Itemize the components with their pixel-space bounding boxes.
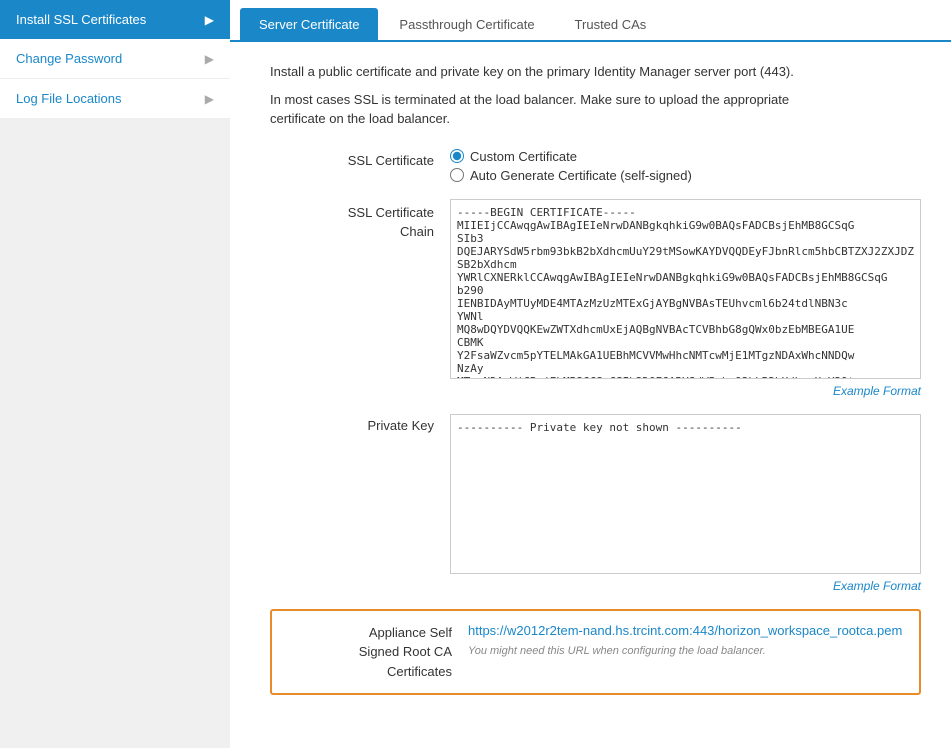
radio-auto-input[interactable]: [450, 168, 464, 182]
tab-passthrough-certificate[interactable]: Passthrough Certificate: [380, 8, 553, 40]
ssl-cert-row: SSL Certificate Custom Certificate Auto …: [270, 149, 921, 183]
sidebar-item-log-file[interactable]: Log File Locations ▶: [0, 79, 230, 119]
appliance-content: https://w2012r2tem-nand.hs.trcint.com:44…: [468, 623, 903, 657]
radio-auto[interactable]: Auto Generate Certificate (self-signed): [450, 168, 921, 183]
ssl-cert-chain-field: Example Format: [450, 199, 921, 398]
ssl-cert-chain-row: SSL Certificate Chain Example Format: [270, 199, 921, 398]
tab-bar: Server Certificate Passthrough Certifica…: [230, 0, 951, 42]
ssl-cert-radio-group: Custom Certificate Auto Generate Certifi…: [450, 149, 921, 183]
cert-chain-example-link[interactable]: Example Format: [450, 384, 921, 398]
chevron-right-icon: ▶: [205, 52, 214, 66]
sidebar-item-change-password[interactable]: Change Password ▶: [0, 39, 230, 79]
appliance-box: Appliance Self Signed Root CA Certificat…: [270, 609, 921, 696]
private-key-textarea[interactable]: [450, 414, 921, 574]
sidebar-item-install-ssl[interactable]: Install SSL Certificates ▶: [0, 0, 230, 39]
radio-custom-input[interactable]: [450, 149, 464, 163]
chevron-right-icon: ▶: [205, 13, 214, 27]
main-panel: Server Certificate Passthrough Certifica…: [230, 0, 951, 748]
private-key-row: Private Key Example Format: [270, 414, 921, 593]
intro-line2: In most cases SSL is terminated at the l…: [270, 90, 830, 129]
tab-server-certificate[interactable]: Server Certificate: [240, 8, 378, 40]
appliance-link[interactable]: https://w2012r2tem-nand.hs.trcint.com:44…: [468, 623, 903, 638]
sidebar-item-label: Install SSL Certificates: [16, 12, 146, 27]
intro-line1: Install a public certificate and private…: [270, 62, 830, 82]
appliance-hint: You might need this URL when configuring…: [468, 645, 766, 657]
ssl-cert-label: SSL Certificate: [270, 149, 450, 168]
ssl-cert-chain-label: SSL Certificate Chain: [270, 199, 450, 242]
ssl-cert-chain-textarea[interactable]: [450, 199, 921, 379]
sidebar-item-label: Change Password: [16, 51, 122, 66]
chevron-right-icon: ▶: [205, 92, 214, 106]
ssl-cert-field: Custom Certificate Auto Generate Certifi…: [450, 149, 921, 183]
private-key-example-link[interactable]: Example Format: [450, 579, 921, 593]
sidebar-item-label: Log File Locations: [16, 91, 122, 106]
sidebar: Install SSL Certificates ▶ Change Passwo…: [0, 0, 230, 748]
private-key-label: Private Key: [270, 414, 450, 433]
content-area: Install a public certificate and private…: [230, 42, 951, 748]
radio-custom[interactable]: Custom Certificate: [450, 149, 921, 164]
private-key-field: Example Format: [450, 414, 921, 593]
tab-trusted-cas[interactable]: Trusted CAs: [556, 8, 666, 40]
appliance-label: Appliance Self Signed Root CA Certificat…: [288, 623, 468, 682]
